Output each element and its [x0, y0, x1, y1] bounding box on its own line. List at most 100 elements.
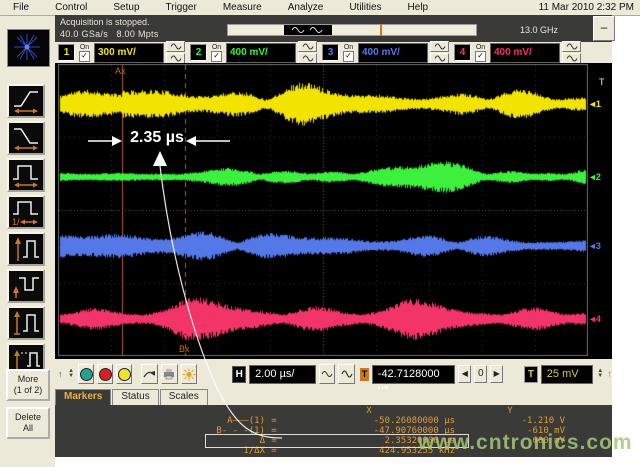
measure-pulse-width-icon[interactable] [7, 158, 45, 192]
sample-rate: 40.0 GSa/s [60, 29, 108, 39]
channel-1-on-checkbox[interactable]: ✓ [79, 51, 90, 62]
clock: 11 Mar 2010 2:32 PM [539, 2, 640, 13]
marker-spinner[interactable]: ▲▼ [67, 369, 75, 379]
channel-4-waveform-button-top[interactable] [562, 41, 581, 52]
channel-1-ground-marker[interactable]: ◄1 [588, 99, 600, 109]
menu-trigger[interactable]: Trigger [153, 1, 210, 14]
channel-1-scale-display[interactable]: 300 mV/ [94, 43, 164, 63]
acquisition-bar: Acquisition is stopped. 40.0 GSa/s 8.00 … [55, 15, 612, 42]
horizontal-delay-display[interactable]: -42.7128000 µs [372, 365, 456, 384]
channel-1-group: 1 On ✓ 300 mV/ [58, 41, 185, 64]
trigger-level-display[interactable]: 25 mV [541, 365, 593, 384]
trigger-settings-button[interactable]: T [524, 366, 538, 383]
measure-rise-time-icon[interactable] [7, 84, 45, 118]
bandwidth-slider[interactable] [227, 24, 477, 36]
channel-3-scale-display[interactable]: 400 mV/ [358, 43, 428, 63]
channel-1-waveform-button-top[interactable] [166, 41, 185, 52]
marker-ax-handle[interactable]: Ax [115, 66, 126, 76]
more-label: More [8, 374, 48, 385]
tab-markers[interactable]: Markers [55, 389, 111, 405]
measure-frequency-icon[interactable]: 1/ [7, 195, 45, 229]
slider-tick [380, 24, 382, 36]
delay-right-button[interactable]: ▶ [490, 365, 503, 383]
channel-1-on-label: On [80, 44, 89, 51]
marker-a-row: A———(1) = -50.26080000 µs -1.210 V [55, 416, 612, 426]
channel-1-button[interactable]: 1 [58, 44, 75, 61]
measure-v-min-icon[interactable] [7, 269, 45, 303]
trigger-level-indicator: T [599, 77, 605, 87]
marker-color-teal-button[interactable] [78, 364, 94, 384]
channel-2-scale-display[interactable]: 400 mV/ [226, 43, 296, 63]
delay-left-button[interactable]: ◀ [458, 365, 471, 383]
channel-3-on-label: On [344, 44, 353, 51]
channel-4-ground-marker[interactable]: ◄4 [588, 314, 600, 324]
delete-all-label: All [8, 423, 48, 434]
y-column-header: Y [455, 406, 565, 416]
channel-2-button[interactable]: 2 [190, 44, 207, 61]
delay-zero-button[interactable]: 0 [474, 365, 487, 383]
channel-row: 1 On ✓ 300 mV/ 2 On ✓ 400 mV/ 3 On ✓ 400… [55, 42, 612, 63]
waveform-grid [58, 64, 588, 356]
tab-status[interactable]: Status [112, 389, 158, 405]
channel-2-on-checkbox[interactable]: ✓ [211, 51, 222, 62]
delete-label: Delete [8, 412, 48, 423]
menu-measure[interactable]: Measure [210, 1, 275, 14]
memory-depth: 8.00 Mpts [116, 29, 158, 39]
menu-setup[interactable]: Setup [100, 1, 152, 14]
delta-time-annotation: 2.35 µs [119, 129, 195, 147]
sidebar: 1/ [0, 16, 55, 467]
channel-2-waveform-button-top[interactable] [298, 41, 317, 52]
horizontal-settings-button[interactable]: H [232, 366, 246, 383]
undo-icon[interactable] [141, 364, 158, 384]
measure-palette: 1/ [7, 84, 45, 377]
measure-v-max-icon[interactable] [7, 232, 45, 266]
scope-logo-icon[interactable] [7, 29, 50, 67]
channel-4-on-checkbox[interactable]: ✓ [475, 51, 486, 62]
menu-file[interactable]: File [0, 1, 42, 14]
delete-all-button[interactable]: Delete All [6, 407, 50, 439]
menu-bar: File Control Setup Trigger Measure Analy… [0, 0, 640, 16]
zoom-wave-large-icon[interactable] [338, 364, 355, 384]
menu-control[interactable]: Control [42, 1, 100, 14]
more-button[interactable]: More (1 of 2) [6, 369, 50, 401]
channel-3-ground-marker[interactable]: ◄3 [588, 241, 600, 251]
print-icon[interactable] [161, 364, 178, 384]
measure-fall-time-icon[interactable] [7, 121, 45, 155]
channel-4-group: 4 On ✓ 400 mV/ [454, 41, 581, 64]
marker-color-red-button[interactable] [97, 364, 113, 384]
channel-3-on-checkbox[interactable]: ✓ [343, 51, 354, 62]
channel-4-button[interactable]: 4 [454, 44, 471, 61]
left-arrow-icon: ◄ [588, 241, 596, 251]
menu-analyze[interactable]: Analyze [275, 1, 337, 14]
menu-utilities[interactable]: Utilities [336, 1, 394, 14]
channel-4-scale-display[interactable]: 400 mV/ [490, 43, 560, 63]
brightness-icon[interactable] [181, 364, 198, 384]
timebase-display[interactable]: 2.00 µs/ [249, 365, 316, 384]
menu-help[interactable]: Help [395, 1, 442, 14]
channel-2-ground-marker[interactable]: ◄2 [588, 172, 600, 182]
marker-color-yellow-button[interactable] [116, 364, 132, 384]
tab-scales[interactable]: Scales [160, 389, 208, 405]
bandwidth-slider-thumb[interactable] [284, 25, 332, 35]
channel-2-group: 2 On ✓ 400 mV/ [190, 41, 317, 64]
trigger-level-spinner[interactable]: ▲▼ [596, 369, 604, 379]
acquisition-rate: 40.0 GSa/s 8.00 Mpts [60, 29, 159, 39]
left-arrow-icon: ◄ [588, 314, 596, 324]
result-tabs: Markers Status Scales [55, 389, 612, 405]
marker-bx-handle[interactable]: Bx [179, 344, 190, 354]
channel-4-on-label: On [476, 44, 485, 51]
horizontal-toolbar: ↑ ▲▼ H 2.00 µs/ T -42.7128000 µs ◀ 0 ▶ T… [55, 359, 612, 389]
zoom-wave-small-icon[interactable] [319, 364, 336, 384]
channel-2-on-label: On [212, 44, 221, 51]
channel-3-waveform-button-top[interactable] [430, 41, 449, 52]
waveform-screen: Ax Bx 2.35 µs T ◄1 ◄2 ◄3 ◄4 [55, 63, 612, 359]
channel-3-button[interactable]: 3 [322, 44, 339, 61]
channel-marker-strip: T ◄1 ◄2 ◄3 ◄4 [588, 63, 612, 359]
minimize-button[interactable]: – [593, 16, 615, 41]
marker-a-x: -50.26080000 µs [283, 416, 455, 426]
watermark: www.cntronics.com [418, 431, 633, 455]
left-arrow-icon: ◄ [588, 172, 596, 182]
measure-v-amplitude-icon[interactable] [7, 306, 45, 340]
left-arrow-icon: ◄ [588, 99, 596, 109]
scroll-up-icon[interactable]: ↑ [58, 369, 64, 379]
